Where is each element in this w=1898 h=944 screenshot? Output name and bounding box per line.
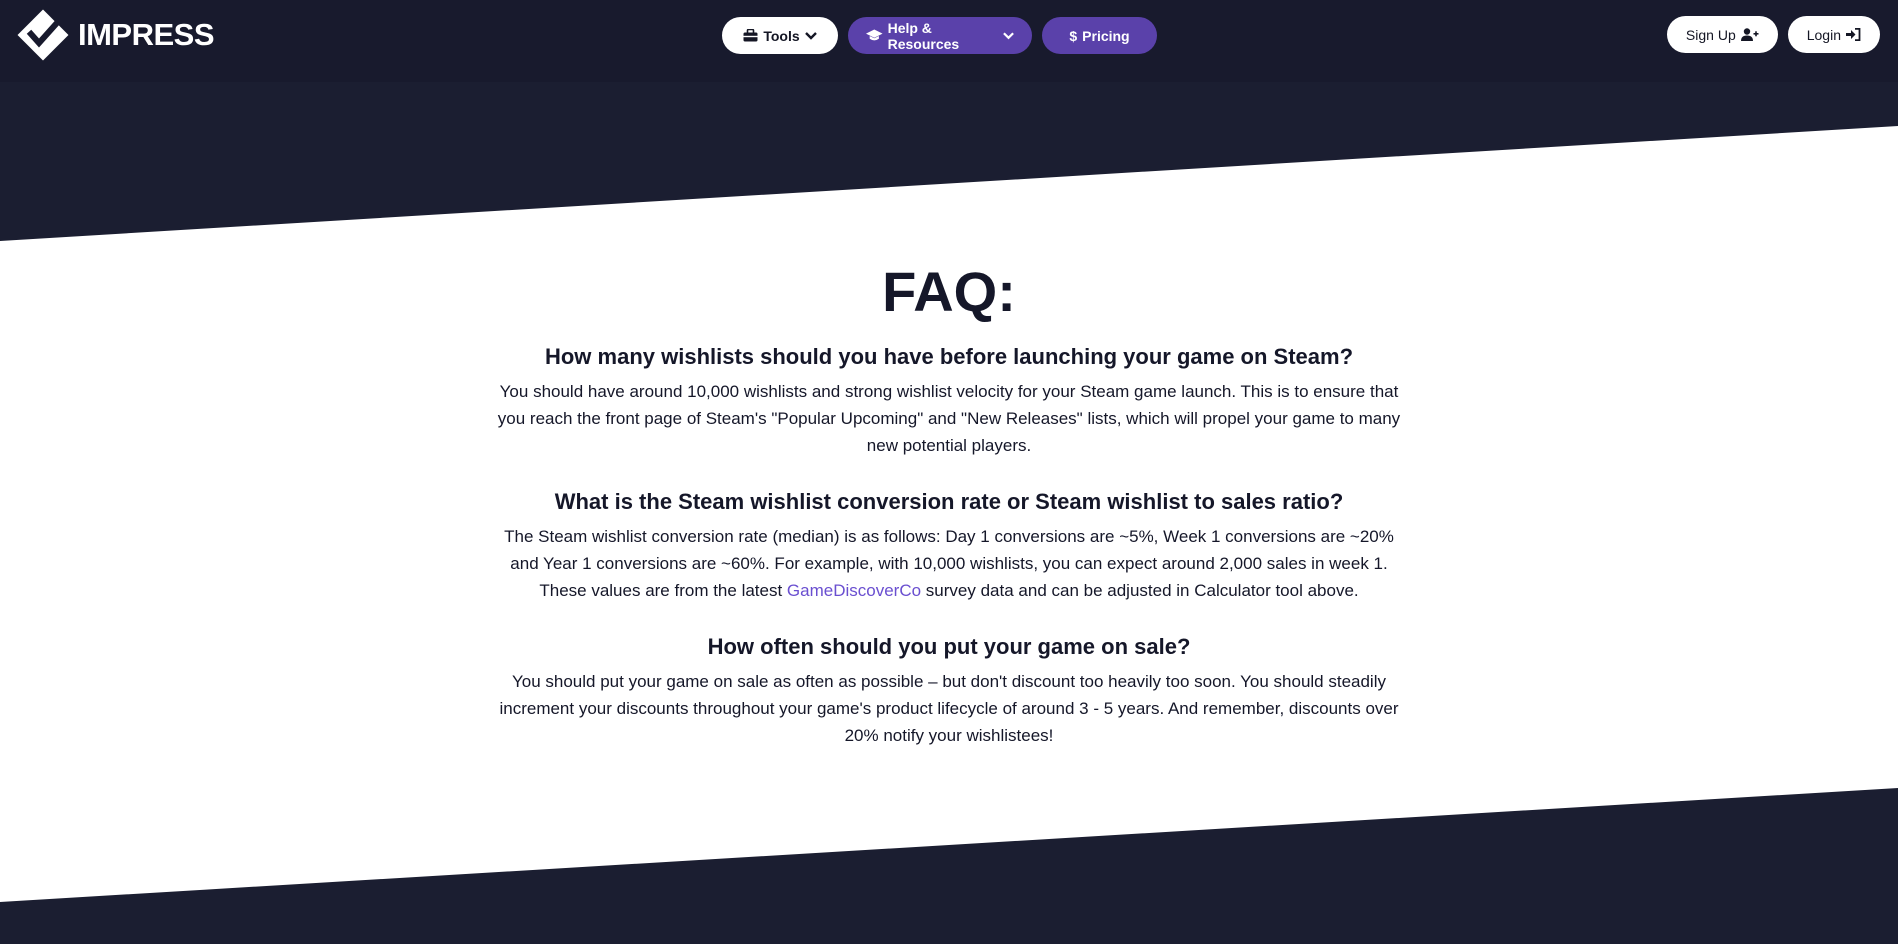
faq-answer-1: You should have around 10,000 wishlists … xyxy=(497,382,1401,455)
help-resources-menu-button[interactable]: Help & Resources xyxy=(848,17,1032,54)
login-button[interactable]: Login xyxy=(1787,16,1880,53)
pricing-button[interactable]: $ Pricing xyxy=(1042,17,1157,54)
chevron-down-icon xyxy=(804,31,817,40)
faq-section: FAQ: How many wishlists should you have … xyxy=(490,256,1408,749)
faq-question-1: How many wishlists should you have befor… xyxy=(544,344,1354,369)
sign-up-button[interactable]: Sign Up xyxy=(1666,16,1778,53)
pricing-label: Pricing xyxy=(1082,27,1130,44)
faq-question-2: What is the Steam wishlist conversion ra… xyxy=(554,489,1344,514)
checkmark-diamond-icon xyxy=(17,9,69,61)
tools-menu-button[interactable]: Tools xyxy=(722,17,838,54)
gamediscoverco-link[interactable]: GameDiscoverCo xyxy=(787,581,921,600)
dollar-icon: $ xyxy=(1069,27,1078,44)
login-label: Login xyxy=(1806,26,1841,43)
faq-question-3: How often should you put your game on sa… xyxy=(707,634,1191,659)
tools-label: Tools xyxy=(763,27,800,44)
toolbox-icon xyxy=(743,29,759,42)
main-nav: Tools Help & Resources $ Pricing xyxy=(722,17,1157,54)
brand-logo[interactable]: IMPRESS xyxy=(14,6,215,64)
faq-answer-2: The Steam wishlist conversion rate (medi… xyxy=(490,523,1408,604)
user-plus-icon xyxy=(1740,28,1759,41)
sign-in-icon xyxy=(1846,28,1861,41)
faq-answer-3: You should put your game on sale as ofte… xyxy=(499,672,1399,745)
faq-title: FAQ: xyxy=(882,260,1016,323)
top-navbar: IMPRESS Tools Help & Resources $ Pricing… xyxy=(0,0,1898,82)
auth-nav: Sign Up Login xyxy=(1666,16,1880,53)
chevron-down-icon xyxy=(1003,31,1014,39)
sign-up-label: Sign Up xyxy=(1685,26,1736,43)
help-resources-label: Help & Resources xyxy=(887,19,960,52)
brand-name: IMPRESS xyxy=(78,17,215,52)
faq-answer-2-text-end: survey data and can be adjusted in Calcu… xyxy=(921,581,1359,600)
graduation-cap-icon xyxy=(866,29,883,41)
